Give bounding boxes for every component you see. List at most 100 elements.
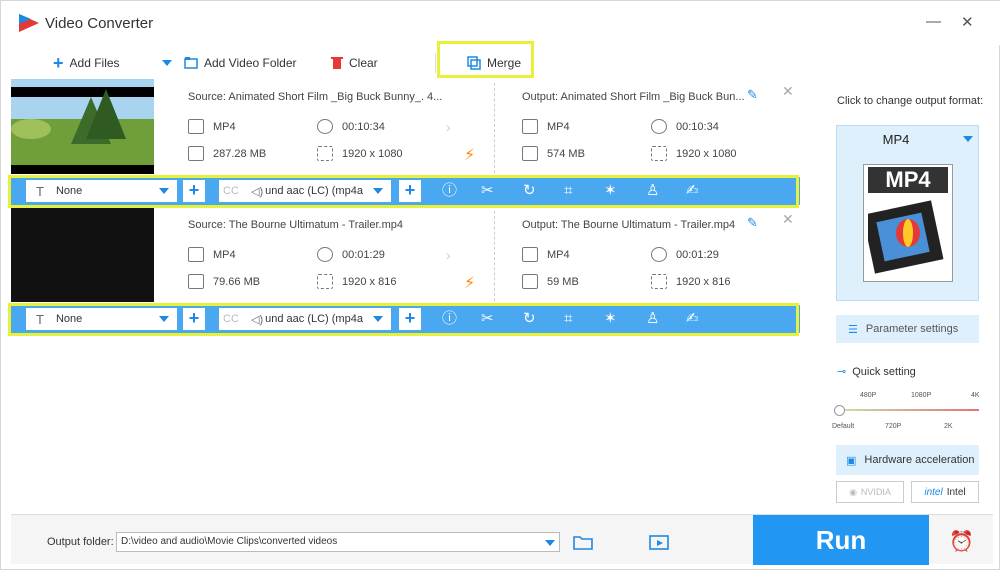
video-folder-icon[interactable] <box>649 534 669 550</box>
output-size: 59 MB <box>522 274 579 289</box>
intel-logo-icon: intel <box>924 486 943 498</box>
source-resolution: 1920 x 816 <box>317 274 396 289</box>
remove-item-icon[interactable]: ✕ <box>782 211 794 228</box>
output-folder-input[interactable]: D:\video and audio\Movie Clips\converted… <box>116 532 560 552</box>
slider-label-1080p: 1080P <box>911 392 932 399</box>
intel-button[interactable]: intel Intel <box>911 481 979 503</box>
source-duration: 00:10:34 <box>317 119 385 134</box>
video-format-icon <box>522 119 538 134</box>
video-format-icon <box>188 247 204 262</box>
edit-pencil-icon[interactable]: ✎ <box>747 87 758 103</box>
output-format-selector[interactable]: MP4 MP4 <box>836 125 979 301</box>
toolbar-highlight <box>8 175 799 208</box>
hardware-acceleration-button[interactable]: ▣ Hardware acceleration <box>836 445 979 475</box>
resolution-icon <box>317 146 333 161</box>
film-reel-icon <box>868 200 944 274</box>
divider <box>494 211 495 301</box>
source-filename: Source: Animated Short Film _Big Buck Bu… <box>188 91 443 103</box>
output-duration-value: 00:10:34 <box>676 120 719 133</box>
bottom-bar: Output folder: D:\video and audio\Movie … <box>11 514 993 565</box>
add-files-dropdown[interactable] <box>162 53 172 73</box>
chip-icon: ▣ <box>846 454 857 467</box>
minimize-button[interactable]: — <box>926 13 941 30</box>
source-size: 79.66 MB <box>188 274 260 289</box>
slider-label-720p: 720P <box>885 423 902 430</box>
source-duration-value: 00:10:34 <box>342 120 385 133</box>
edit-pencil-icon[interactable]: ✎ <box>747 215 758 231</box>
output-duration: 00:01:29 <box>651 247 719 262</box>
output-format-value: MP4 <box>547 248 570 261</box>
toolbar-highlight <box>8 303 799 336</box>
source-size-value: 79.66 MB <box>213 275 261 288</box>
nvidia-icon: ◉ <box>849 486 857 497</box>
run-button[interactable]: Run <box>753 515 929 565</box>
chevron-right-icon: › <box>446 119 451 135</box>
add-files-label: Add Files <box>69 56 120 70</box>
toolbar-divider <box>435 53 436 73</box>
intel-label: Intel <box>946 486 966 498</box>
quick-setting: ⊸ Quick setting <box>837 365 916 379</box>
alarm-clock-icon[interactable]: ⏰ <box>949 529 974 554</box>
nvidia-label: NVIDIA <box>860 487 891 497</box>
dropdown-arrow-icon[interactable] <box>545 540 555 546</box>
slider-label-480p: 480P <box>860 392 877 399</box>
sliders-icon: ☰ <box>848 323 858 336</box>
add-video-folder-button[interactable]: Add Video Folder <box>184 53 297 73</box>
quick-setting-label: Quick setting <box>852 365 916 378</box>
nvidia-button[interactable]: ◉ NVIDIA <box>836 481 904 503</box>
output-size-value: 59 MB <box>547 275 579 288</box>
source-format: MP4 <box>188 247 236 262</box>
source-resolution: 1920 x 1080 <box>317 146 403 161</box>
video-format-icon <box>188 119 204 134</box>
slider-label-2k: 2K <box>944 423 953 430</box>
quality-slider-handle[interactable] <box>834 405 845 416</box>
output-resolution-value: 1920 x 1080 <box>676 147 737 160</box>
plus-icon: + <box>53 53 64 73</box>
source-resolution-value: 1920 x 816 <box>342 275 397 288</box>
app-logo-icon <box>19 14 39 32</box>
video-thumbnail <box>11 79 154 174</box>
clock-icon <box>651 119 667 134</box>
convert-bolt-icon: ⚡ <box>464 275 476 292</box>
output-resolution: 1920 x 816 <box>651 274 730 289</box>
quality-slider-track[interactable] <box>839 409 979 411</box>
parameter-settings-button[interactable]: ☰ Parameter settings <box>836 315 979 343</box>
quick-setting-icon: ⊸ <box>837 366 847 378</box>
divider <box>494 83 495 173</box>
trash-icon <box>331 57 343 69</box>
clock-icon <box>317 247 333 262</box>
output-filename: Output: The Bourne Ultimatum - Trailer.m… <box>522 219 736 231</box>
output-format-value: MP4 <box>547 120 570 133</box>
hardware-acceleration-label: Hardware acceleration <box>864 454 975 466</box>
output-format: MP4 <box>522 119 570 134</box>
folder-icon <box>188 146 204 161</box>
source-format: MP4 <box>188 119 236 134</box>
folder-icon <box>188 274 204 289</box>
source-format-value: MP4 <box>213 248 236 261</box>
clear-label: Clear <box>349 56 378 70</box>
folder-icon <box>522 146 538 161</box>
source-resolution-value: 1920 x 1080 <box>342 147 403 160</box>
resolution-icon <box>651 274 667 289</box>
output-panel: Click to change output format: MP4 MP4 ☰… <box>823 79 993 513</box>
close-window-button[interactable]: ✕ <box>961 13 974 31</box>
mp4-format-icon: MP4 <box>863 164 953 282</box>
clock-icon <box>317 119 333 134</box>
remove-item-icon[interactable]: ✕ <box>782 83 794 100</box>
add-files-button[interactable]: + Add Files <box>53 53 120 73</box>
source-filename: Source: The Bourne Ultimatum - Trailer.m… <box>188 219 403 231</box>
source-duration-value: 00:01:29 <box>342 248 385 261</box>
source-size: 287.28 MB <box>188 146 266 161</box>
output-folder-label: Output folder: <box>47 536 114 548</box>
video-format-icon <box>522 247 538 262</box>
source-format-value: MP4 <box>213 120 236 133</box>
output-duration-value: 00:01:29 <box>676 248 719 261</box>
slider-label-4k: 4K <box>971 392 980 399</box>
open-folder-icon[interactable] <box>573 534 593 550</box>
output-resolution-value: 1920 x 816 <box>676 275 731 288</box>
output-format-name: MP4 <box>882 132 910 147</box>
dropdown-arrow-icon <box>162 60 172 66</box>
slider-label-default: Default <box>832 423 855 430</box>
file-list: Source: Animated Short Film _Big Buck Bu… <box>11 79 800 513</box>
clear-button[interactable]: Clear <box>331 53 378 73</box>
